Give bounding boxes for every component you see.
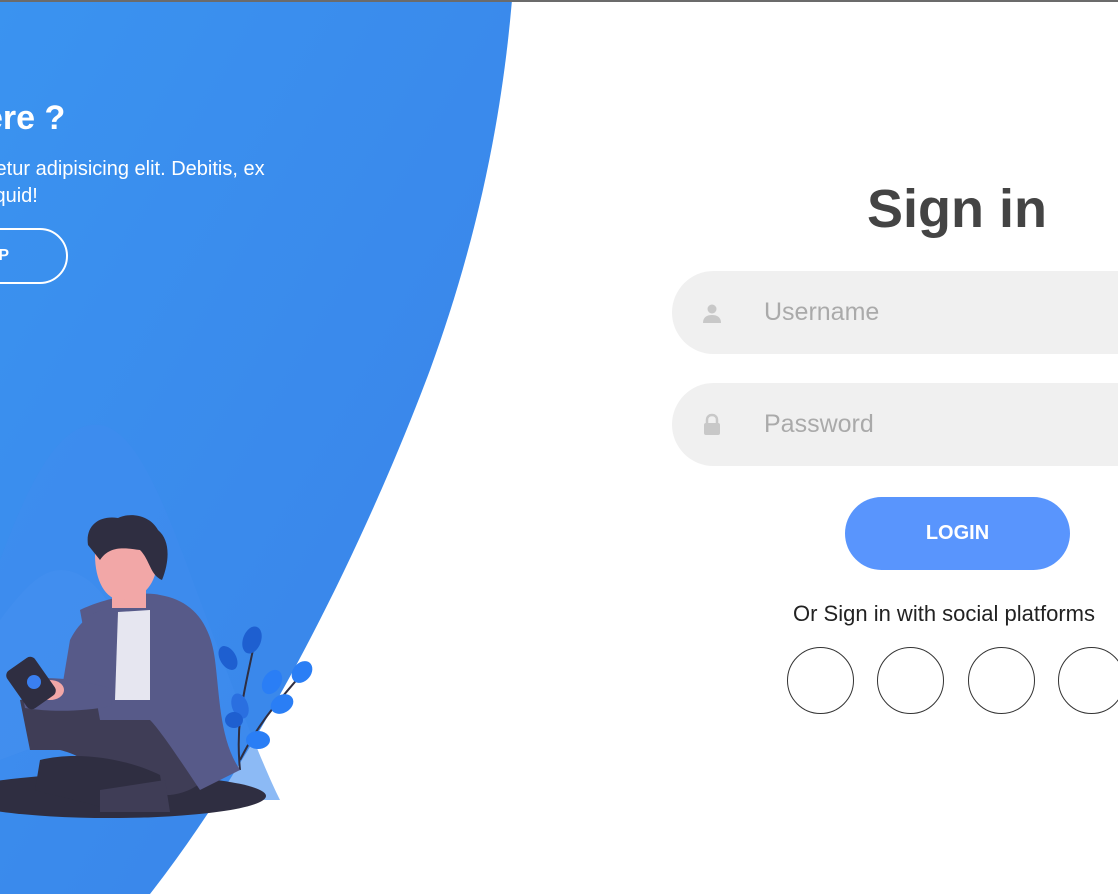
panel-description: tetur adipisicing elit. Debitis, ex iqui… bbox=[0, 156, 320, 210]
window-top-border bbox=[0, 0, 1118, 2]
panel-description-line: iquid! bbox=[0, 185, 38, 207]
person-illustration bbox=[0, 515, 313, 818]
panel-heading: ere ? bbox=[0, 99, 66, 137]
plant-icon bbox=[218, 626, 313, 771]
panel-description-line: tetur adipisicing elit. Debitis, ex bbox=[0, 158, 265, 180]
sign-in-page: ere ? tetur adipisicing elit. Debitis, e… bbox=[0, 0, 1118, 894]
person-figure bbox=[6, 515, 240, 812]
sign-up-button[interactable]: P bbox=[0, 228, 68, 284]
